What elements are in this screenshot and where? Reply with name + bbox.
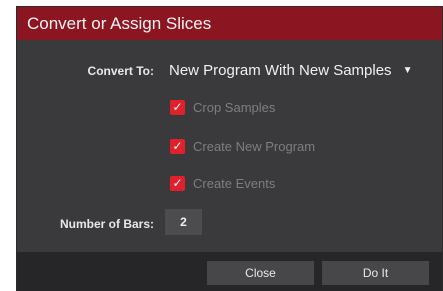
number-of-bars-label: Number of Bars: [59,217,154,231]
create-new-program-checkbox[interactable]: ✓ [170,138,185,154]
create-events-option[interactable]: ✓ Create Events [170,174,275,192]
crop-samples-checkbox[interactable]: ✓ [170,99,185,115]
convert-to-value: New Program With New Samples [169,61,392,79]
create-new-program-label: Create New Program [193,138,316,154]
convert-slices-dialog: Convert or Assign Slices Convert To: New… [17,7,442,291]
crop-samples-option[interactable]: ✓ Crop Samples [170,98,275,116]
close-button[interactable]: Close [207,261,314,285]
triangle-down-icon: ▼ [402,64,413,76]
convert-to-label: Convert To: [87,64,154,78]
create-events-checkbox[interactable]: ✓ [170,175,185,191]
crop-samples-label: Crop Samples [193,99,276,115]
create-events-label: Create Events [193,175,276,191]
convert-to-dropdown[interactable]: New Program With New Samples ▼ [169,60,412,80]
create-new-program-option[interactable]: ✓ Create New Program [170,137,315,155]
dialog-footer: Close Do It [17,252,442,291]
dialog-title: Convert or Assign Slices [17,7,442,40]
do-it-button[interactable]: Do It [322,261,429,285]
number-of-bars-field[interactable]: 2 [165,209,202,235]
